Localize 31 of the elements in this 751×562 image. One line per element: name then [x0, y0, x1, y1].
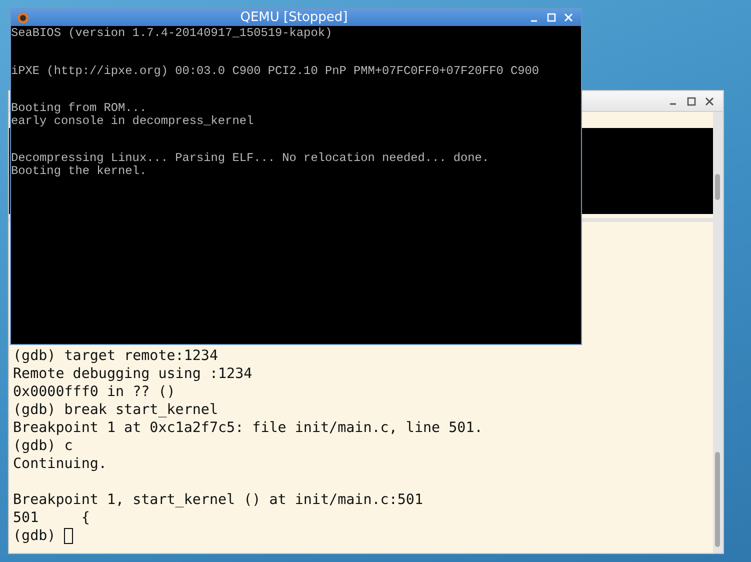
- console-line: early console in decompress_kernel: [11, 114, 255, 128]
- terminal-line: 0x0000fff0 in ?? (): [13, 383, 176, 401]
- terminal-line: 501 {: [13, 509, 90, 527]
- gdb-prompt: (gdb): [13, 527, 56, 545]
- close-icon: [704, 96, 714, 106]
- terminal-line: Remote debugging using :1234: [13, 365, 252, 383]
- console-line: iPXE (http://ipxe.org) 00:03.0 C900 PCI2.10 PnP PMM+07FC0FF0+07F20FF0 C900: [11, 64, 540, 78]
- console-line: SeaBIOS (version 1.7.4-20140917_150519-kapok): [11, 27, 334, 40]
- terminal-line: (gdb) c: [13, 437, 73, 455]
- terminal-line: Breakpoint 1 at 0xc1a2f7c5: file init/main.c, line 501.: [13, 419, 483, 437]
- maximize-button[interactable]: [546, 12, 558, 24]
- console-line: Booting from ROM...: [11, 102, 147, 115]
- app-icon: [17, 12, 29, 24]
- terminal-line: Continuing.: [13, 455, 107, 473]
- terminal-line: Breakpoint 1, start_kernel () at init/main.c:501: [13, 491, 423, 509]
- text-cursor: [64, 528, 73, 544]
- maximize-button[interactable]: [685, 95, 697, 107]
- minimize-icon: [670, 103, 676, 105]
- console-line: Decompressing Linux... Parsing ELF... No relocation needed... done.: [11, 152, 490, 165]
- maximize-icon: [686, 96, 696, 106]
- console-line: Booting the kernel.: [11, 164, 148, 178]
- close-icon: [564, 13, 574, 22]
- close-button[interactable]: [562, 12, 575, 24]
- scrollbar-thumb[interactable]: [715, 174, 720, 200]
- maximize-icon: [547, 13, 556, 22]
- terminal-line: (gdb) target remote:1234: [13, 347, 218, 365]
- scrollbar-thumb[interactable]: [715, 452, 720, 547]
- minimize-icon: [531, 20, 538, 22]
- window-title: QEMU [Stopped]: [239, 9, 348, 26]
- terminal-line: (gdb) break start_kernel: [13, 401, 218, 419]
- close-button[interactable]: [703, 95, 715, 107]
